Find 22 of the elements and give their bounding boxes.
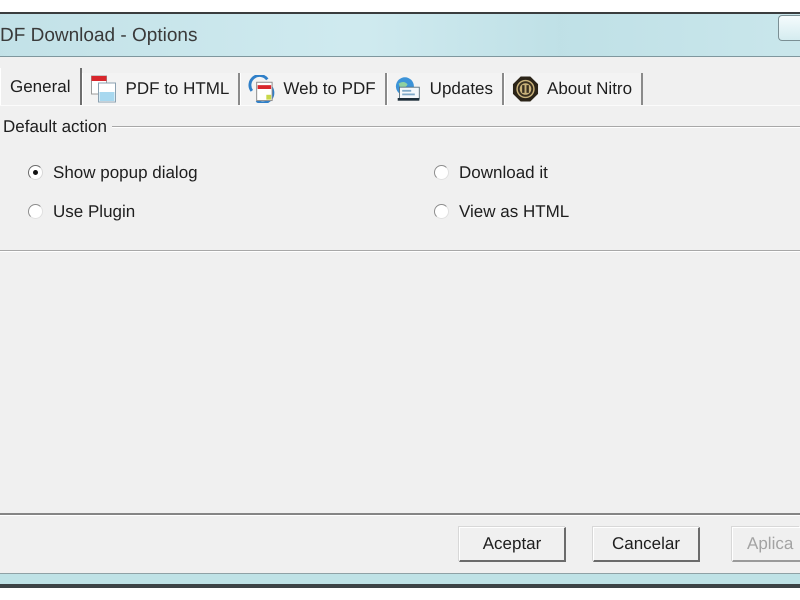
- window-title: DF Download - Options: [0, 24, 198, 46]
- window-button[interactable]: [778, 15, 800, 41]
- radio-button[interactable]: [434, 204, 449, 219]
- tab[interactable]: Updates: [386, 73, 504, 105]
- radio-label[interactable]: Use Plugin: [53, 202, 136, 222]
- globe-page-icon: [394, 75, 422, 103]
- radio-button[interactable]: [28, 165, 43, 180]
- tab[interactable]: PDF to HTML: [82, 73, 240, 105]
- radio-label[interactable]: View as HTML: [459, 202, 570, 222]
- tab[interactable]: Web to PDF: [240, 73, 387, 105]
- radio-label[interactable]: Show popup dialog: [53, 162, 198, 182]
- group-label: Default action: [2, 117, 108, 137]
- octagon-icon: [512, 75, 539, 103]
- dialog-button[interactable]: Cancelar: [593, 527, 700, 562]
- radio-label[interactable]: Download it: [459, 162, 548, 182]
- radio-button[interactable]: [28, 204, 43, 219]
- tab[interactable]: About Nitro: [504, 73, 644, 105]
- dialog-button[interactable]: Aceptar: [459, 527, 566, 562]
- tab[interactable]: General: [0, 68, 82, 105]
- document-icon: [90, 75, 118, 103]
- refresh-page-icon: [248, 75, 276, 103]
- radio-button[interactable]: [434, 165, 449, 180]
